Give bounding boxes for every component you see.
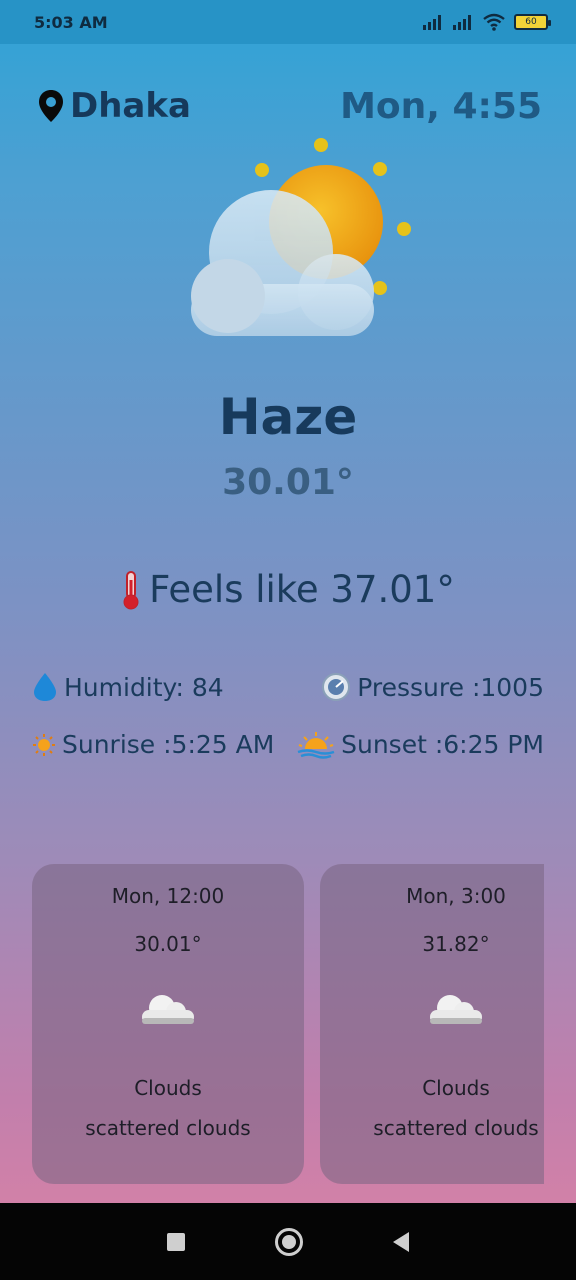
signal-icon (423, 15, 441, 30)
forecast-description: scattered clouds (373, 1116, 539, 1140)
location: Dhaka (38, 86, 191, 126)
sun-icon (33, 733, 55, 756)
current-temperature: 30.01° (222, 462, 354, 503)
forecast-list[interactable]: Mon, 12:00 30.01° Clouds scattered cloud… (32, 864, 544, 1184)
forecast-time: Mon, 3:00 (406, 884, 506, 908)
location-pin-icon (39, 90, 63, 122)
location-name: Dhaka (70, 86, 191, 126)
battery-level: 60 (525, 17, 537, 27)
status-time: 5:03 AM (34, 12, 108, 32)
system-nav-bar (0, 1203, 576, 1280)
battery-icon: 60 (514, 14, 551, 30)
sun-cloud-icon (191, 138, 411, 336)
sunrise-item: Sunrise :5:25 AM (32, 730, 274, 759)
forecast-time: Mon, 12:00 (111, 884, 225, 908)
status-icons: 60 (422, 13, 551, 31)
forecast-main: Clouds (134, 1076, 202, 1100)
recents-button[interactable] (167, 1232, 185, 1251)
forecast-temp: 30.01° (134, 932, 202, 956)
wifi-icon (483, 13, 505, 31)
info-row-1: Humidity: 84 Pressure :1005 (32, 672, 544, 702)
back-button[interactable] (393, 1231, 409, 1252)
forecast-main: Clouds (422, 1076, 490, 1100)
humidity-text: Humidity: 84 (64, 672, 224, 702)
forecast-description: scattered clouds (85, 1116, 251, 1140)
signal-icon-2 (453, 15, 471, 30)
pressure-item: Pressure :1005 (321, 672, 544, 702)
sunset-text: Sunset :6:25 PM (341, 730, 544, 759)
forecast-temp: 31.82° (422, 932, 490, 956)
cloud-icon (430, 995, 482, 1024)
thermometer-icon (123, 570, 139, 609)
gauge-icon (322, 673, 351, 701)
forecast-card[interactable]: Mon, 3:00 31.82° Clouds scattered clouds (320, 864, 544, 1184)
info-row-2: Sunrise :5:25 AM Sunset :6:25 PM (32, 730, 544, 759)
feels-like-text: Feels like 37.01° (149, 568, 455, 611)
current-datetime: Mon, 4:55 (340, 86, 542, 127)
water-drop-icon (34, 673, 56, 701)
forecast-card[interactable]: Mon, 12:00 30.01° Clouds scattered cloud… (32, 864, 304, 1184)
weather-condition: Haze (218, 388, 358, 446)
status-bar: 5:03 AM 60 (0, 0, 576, 44)
humidity-item: Humidity: 84 (32, 672, 224, 702)
home-button[interactable] (275, 1227, 303, 1256)
cloud-icon (142, 995, 194, 1024)
sunrise-text: Sunrise :5:25 AM (62, 730, 275, 759)
sunset-item: Sunset :6:25 PM (297, 730, 544, 759)
sunset-icon (297, 731, 335, 759)
pressure-text: Pressure :1005 (357, 672, 544, 702)
feels-like: Feels like 37.01° (0, 568, 576, 611)
